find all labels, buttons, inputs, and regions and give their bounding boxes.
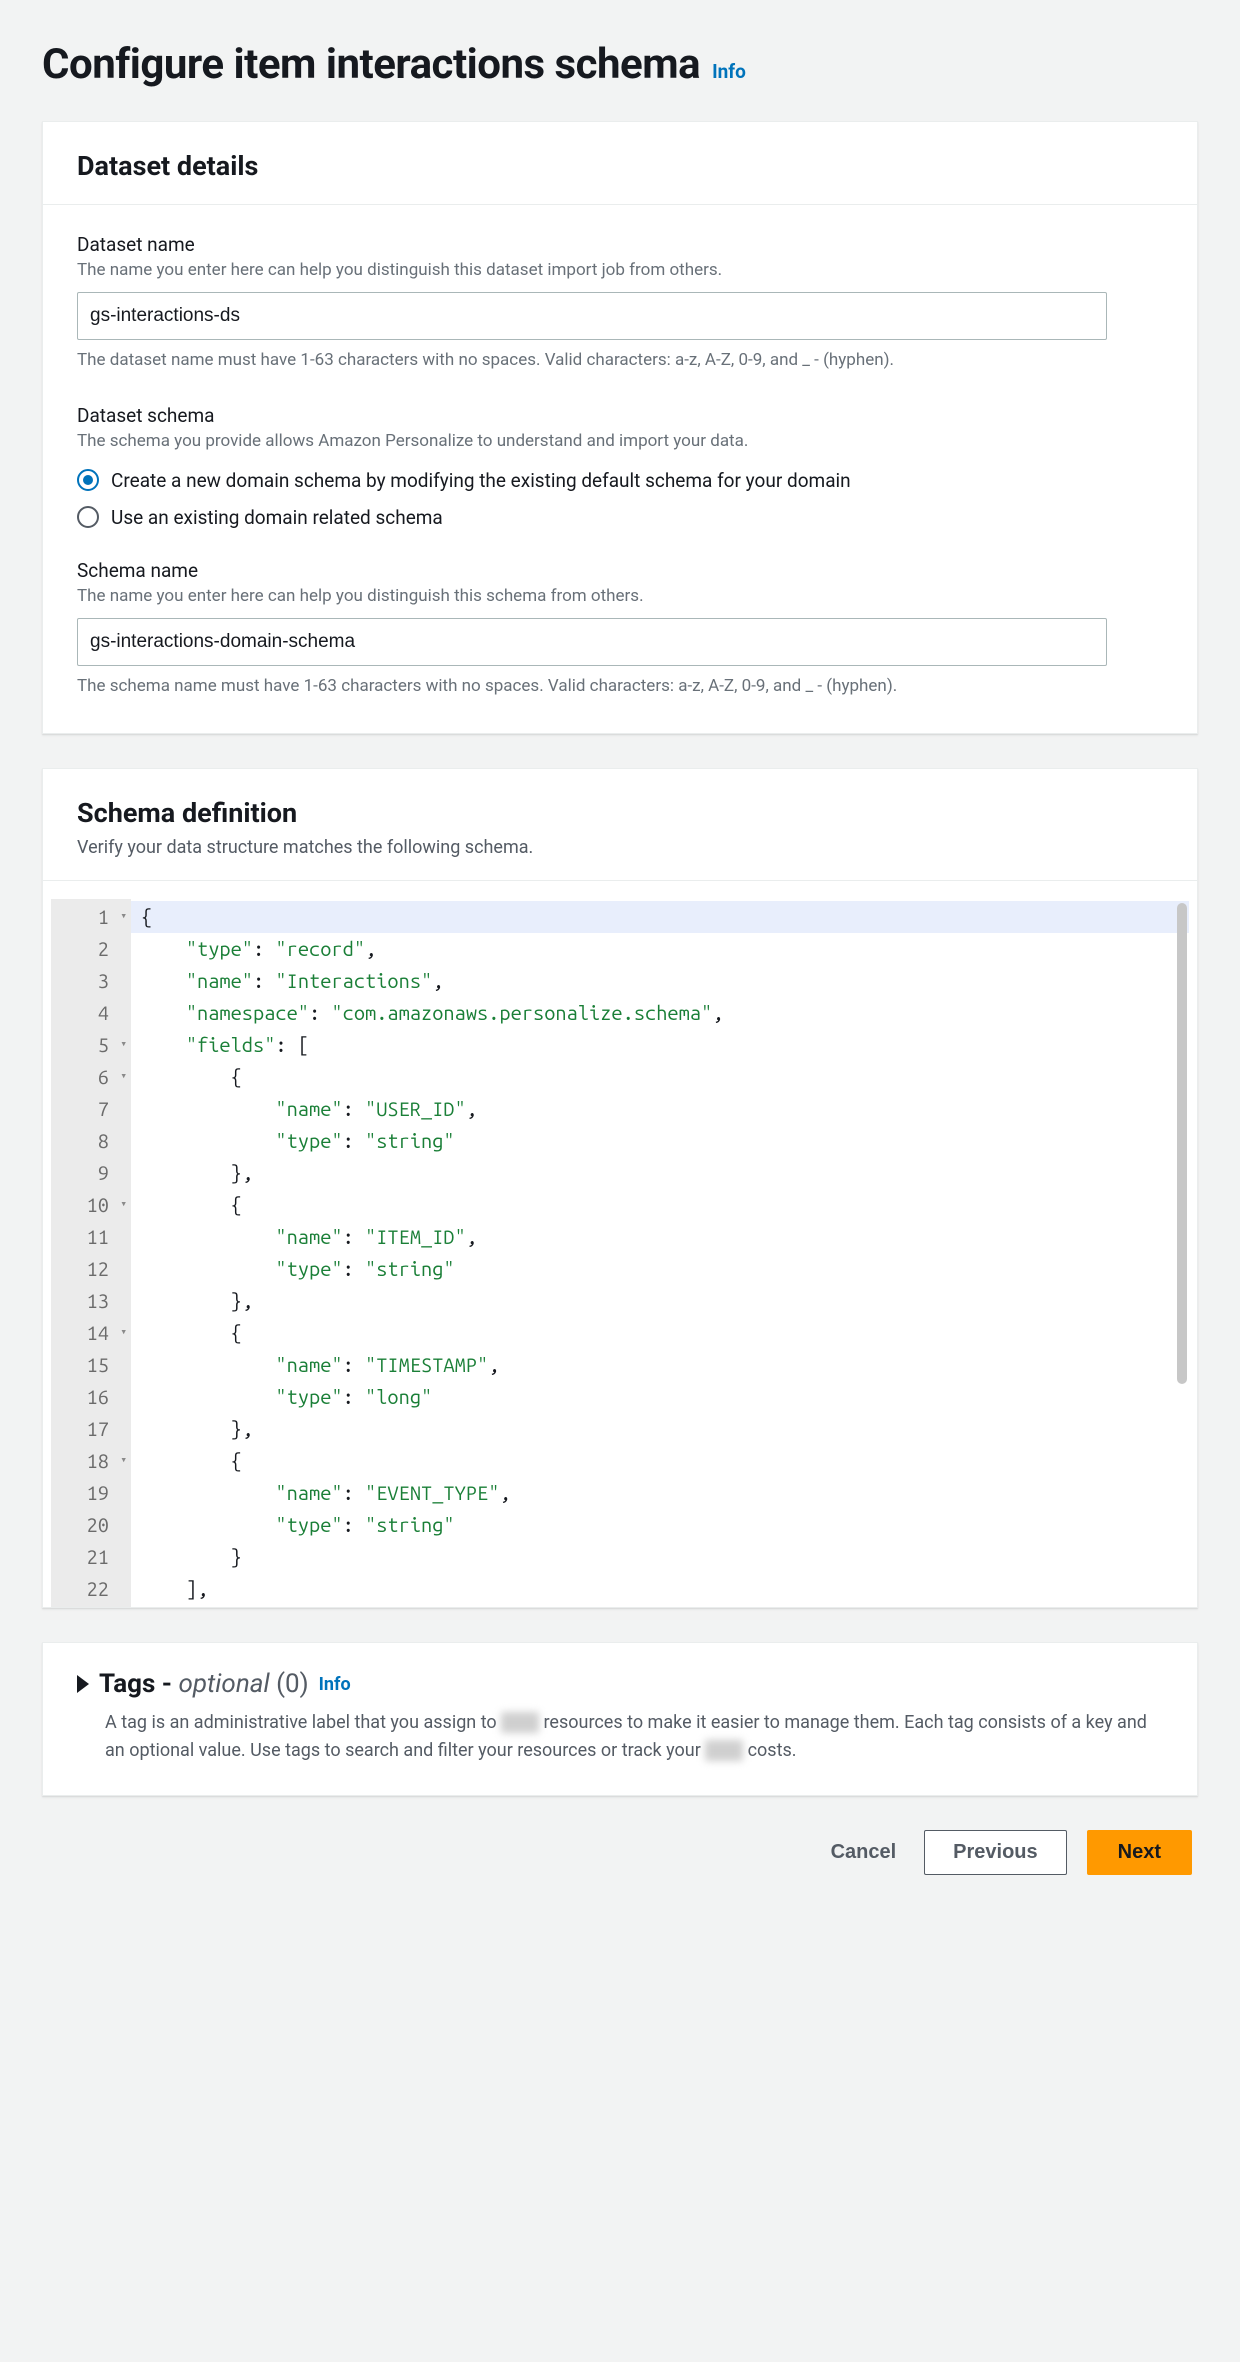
schema-name-constraint: The schema name must have 1-63 character… [77, 674, 1163, 700]
schema-name-description: The name you enter here can help you dis… [77, 586, 1163, 606]
schema-definition-subtitle: Verify your data structure matches the f… [77, 837, 1163, 858]
schema-code-editor[interactable]: 1▾2345▾6▾78910▾11121314▾15161718▾1920212… [51, 899, 1189, 1607]
schema-radio-option-0[interactable]: Create a new domain schema by modifying … [77, 469, 1163, 492]
schema-name-label: Schema name [77, 559, 1163, 582]
code-line[interactable]: "name": "EVENT_TYPE", [141, 1477, 1179, 1509]
tags-description: A tag is an administrative label that yo… [105, 1709, 1163, 1765]
code-line[interactable]: }, [141, 1157, 1179, 1189]
page-title: Configure item interactions schema [42, 40, 700, 89]
code-line[interactable]: "namespace": "com.amazonaws.personalize.… [141, 997, 1179, 1029]
code-line[interactable]: "type": "string" [141, 1253, 1179, 1285]
dataset-schema-field: Dataset schema The schema you provide al… [77, 404, 1163, 529]
code-line[interactable]: "name": "USER_ID", [141, 1093, 1179, 1125]
code-line[interactable]: "type": "string" [141, 1125, 1179, 1157]
tags-optional-label: optional [179, 1669, 270, 1699]
code-line[interactable]: { [141, 1061, 1179, 1093]
dataset-details-panel: Dataset details Dataset name The name yo… [42, 121, 1198, 734]
schema-definition-title: Schema definition [77, 797, 1163, 829]
scrollbar-thumb[interactable] [1177, 903, 1187, 1384]
schema-radio-option-1[interactable]: Use an existing domain related schema [77, 506, 1163, 529]
code-line[interactable]: } [141, 1541, 1179, 1573]
tags-header[interactable]: Tags - optional (0) Info [77, 1669, 1163, 1699]
chevron-right-icon [77, 1675, 89, 1693]
tags-title-prefix: Tags - [99, 1669, 179, 1699]
code-line[interactable]: ], [141, 1573, 1179, 1605]
dataset-name-input[interactable] [77, 292, 1107, 340]
previous-button[interactable]: Previous [924, 1830, 1066, 1875]
code-line[interactable]: }, [141, 1413, 1179, 1445]
schema-name-input[interactable] [77, 618, 1107, 666]
radio-label: Create a new domain schema by modifying … [111, 469, 851, 492]
dataset-name-description: The name you enter here can help you dis… [77, 260, 1163, 280]
code-line[interactable]: { [141, 1189, 1179, 1221]
schema-name-field: Schema name The name you enter here can … [77, 559, 1163, 700]
code-line[interactable]: "name": "TIMESTAMP", [141, 1349, 1179, 1381]
dataset-name-label: Dataset name [77, 233, 1163, 256]
dataset-name-constraint: The dataset name must have 1-63 characte… [77, 348, 1163, 374]
info-link[interactable]: Info [712, 60, 746, 83]
dataset-schema-label: Dataset schema [77, 404, 1163, 427]
code-line[interactable]: }, [141, 1285, 1179, 1317]
radio-icon [77, 506, 99, 528]
radio-icon [77, 469, 99, 491]
schema-definition-panel: Schema definition Verify your data struc… [42, 768, 1198, 1608]
code-line[interactable]: { [131, 901, 1189, 933]
code-line[interactable]: { [141, 1317, 1179, 1349]
tags-panel: Tags - optional (0) Info A tag is an adm… [42, 1642, 1198, 1796]
code-line[interactable]: "fields": [ [141, 1029, 1179, 1061]
dataset-details-title: Dataset details [77, 150, 1163, 182]
code-line[interactable]: "name": "Interactions", [141, 965, 1179, 997]
footer-actions: Cancel Previous Next [42, 1830, 1198, 1875]
tags-info-link[interactable]: Info [319, 1674, 351, 1695]
code-line[interactable]: "type": "long" [141, 1381, 1179, 1413]
code-line[interactable]: "name": "ITEM_ID", [141, 1221, 1179, 1253]
tags-count: (0) [276, 1669, 309, 1699]
code-line[interactable]: "type": "record", [141, 933, 1179, 965]
code-line[interactable]: { [141, 1445, 1179, 1477]
dataset-schema-description: The schema you provide allows Amazon Per… [77, 431, 1163, 451]
dataset-name-field: Dataset name The name you enter here can… [77, 233, 1163, 374]
cancel-button[interactable]: Cancel [823, 1831, 905, 1874]
next-button[interactable]: Next [1087, 1830, 1192, 1875]
radio-label: Use an existing domain related schema [111, 506, 443, 529]
code-line[interactable]: "type": "string" [141, 1509, 1179, 1541]
